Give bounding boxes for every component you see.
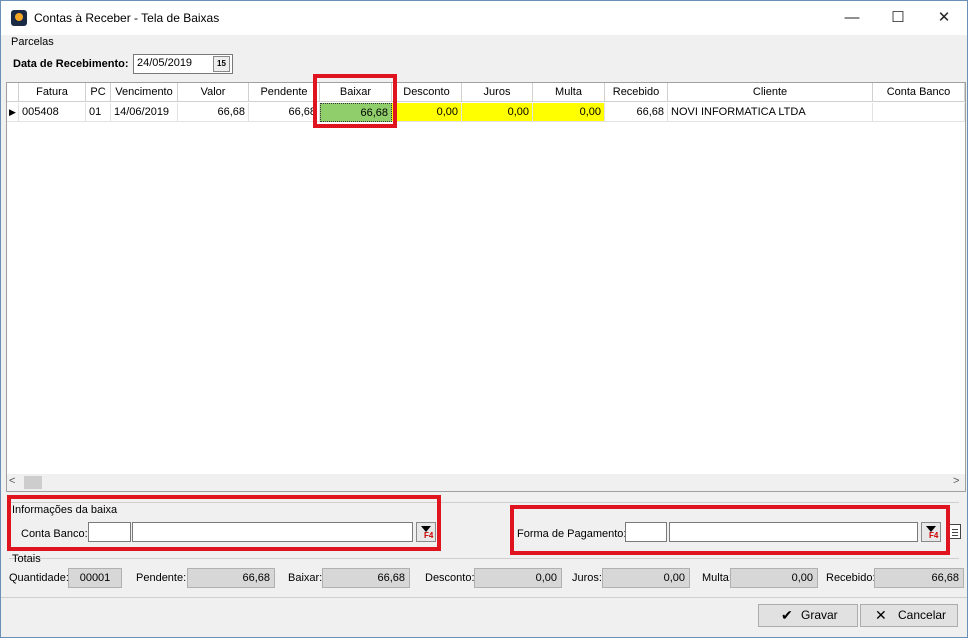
cell-cliente[interactable]: NOVI INFORMATICA LTDA	[668, 103, 873, 122]
header-fatura[interactable]: Fatura	[19, 83, 86, 102]
header-recebido[interactable]: Recebido	[605, 83, 668, 102]
cell-vencimento[interactable]: 14/06/2019	[111, 103, 178, 122]
desconto-total-value: 0,00	[474, 568, 562, 588]
check-icon: ✔	[781, 607, 793, 623]
window: Contas à Receber - Tela de Baixas — ☐ ✕ …	[0, 0, 968, 638]
gravar-button[interactable]: ✔ Gravar	[758, 604, 858, 627]
header-cliente[interactable]: Cliente	[668, 83, 873, 102]
calendar-icon[interactable]: 15	[213, 56, 230, 72]
baixar-total-value: 66,68	[322, 568, 410, 588]
header-pendente[interactable]: Pendente	[249, 83, 320, 102]
footer-divider	[1, 597, 967, 598]
parcelas-group-label: Parcelas	[11, 36, 54, 48]
date-label: Data de Recebimento:	[13, 58, 129, 70]
juros-total-label: Juros:	[572, 572, 602, 584]
cancelar-button[interactable]: ✕ Cancelar	[860, 604, 958, 627]
cell-conta-banco[interactable]	[873, 103, 965, 122]
cell-valor[interactable]: 66,68	[178, 103, 249, 122]
cell-pendente[interactable]: 66,68	[249, 103, 320, 122]
cell-desconto[interactable]: 0,00	[392, 103, 462, 122]
cell-recebido[interactable]: 66,68	[605, 103, 668, 122]
cancelar-label: Cancelar	[898, 608, 947, 622]
scroll-thumb[interactable]	[24, 476, 42, 489]
recebido-total-label: Recebido:	[826, 572, 876, 584]
multa-total-value: 0,00	[730, 568, 818, 588]
document-icon[interactable]	[949, 524, 961, 539]
date-value: 24/05/2019	[137, 57, 193, 69]
parcelas-grid: Fatura PC Vencimento Valor Pendente Baix…	[6, 82, 966, 492]
cell-pc[interactable]: 01	[86, 103, 111, 122]
scroll-left-icon[interactable]: <	[9, 475, 15, 487]
cell-fatura[interactable]: 005408	[19, 103, 86, 122]
header-conta-banco[interactable]: Conta Banco	[873, 83, 965, 102]
scroll-right-icon[interactable]: >	[953, 475, 959, 487]
window-title: Contas à Receber - Tela de Baixas	[34, 11, 220, 25]
header-desconto[interactable]: Desconto	[392, 83, 462, 102]
cell-multa[interactable]: 0,00	[533, 103, 605, 122]
highlight-baixar	[313, 74, 397, 128]
highlight-forma-pagamento	[510, 505, 950, 555]
quantidade-label: Quantidade:	[9, 572, 69, 584]
grid-header-indicator	[7, 83, 19, 102]
baixar-total-label: Baixar:	[288, 572, 323, 584]
header-pc[interactable]: PC	[86, 83, 111, 102]
header-multa[interactable]: Multa	[533, 83, 605, 102]
gravar-label: Gravar	[801, 608, 838, 622]
desconto-total-label: Desconto:	[425, 572, 475, 584]
minimize-button[interactable]: —	[829, 1, 875, 35]
header-vencimento[interactable]: Vencimento	[111, 83, 178, 102]
app-icon	[11, 10, 27, 26]
horizontal-scrollbar[interactable]: < >	[7, 474, 965, 491]
totais-group-label: Totais	[12, 553, 41, 565]
quantidade-value: 00001	[68, 568, 122, 588]
header-juros[interactable]: Juros	[462, 83, 533, 102]
pendente-total-label: Pendente:	[136, 572, 187, 584]
maximize-button[interactable]: ☐	[875, 1, 921, 35]
close-icon: ✕	[875, 607, 887, 623]
header-valor[interactable]: Valor	[178, 83, 249, 102]
close-button[interactable]: ✕	[921, 1, 967, 35]
multa-total-label: Multa:	[702, 572, 732, 584]
title-bar: Contas à Receber - Tela de Baixas — ☐ ✕	[1, 1, 967, 35]
pendente-total-value: 66,68	[187, 568, 275, 588]
recebido-total-value: 66,68	[874, 568, 964, 588]
juros-total-value: 0,00	[602, 568, 690, 588]
row-indicator: ▶	[7, 103, 19, 122]
highlight-info-baixa	[7, 495, 441, 551]
totais-divider	[9, 558, 959, 559]
cell-juros[interactable]: 0,00	[462, 103, 533, 122]
